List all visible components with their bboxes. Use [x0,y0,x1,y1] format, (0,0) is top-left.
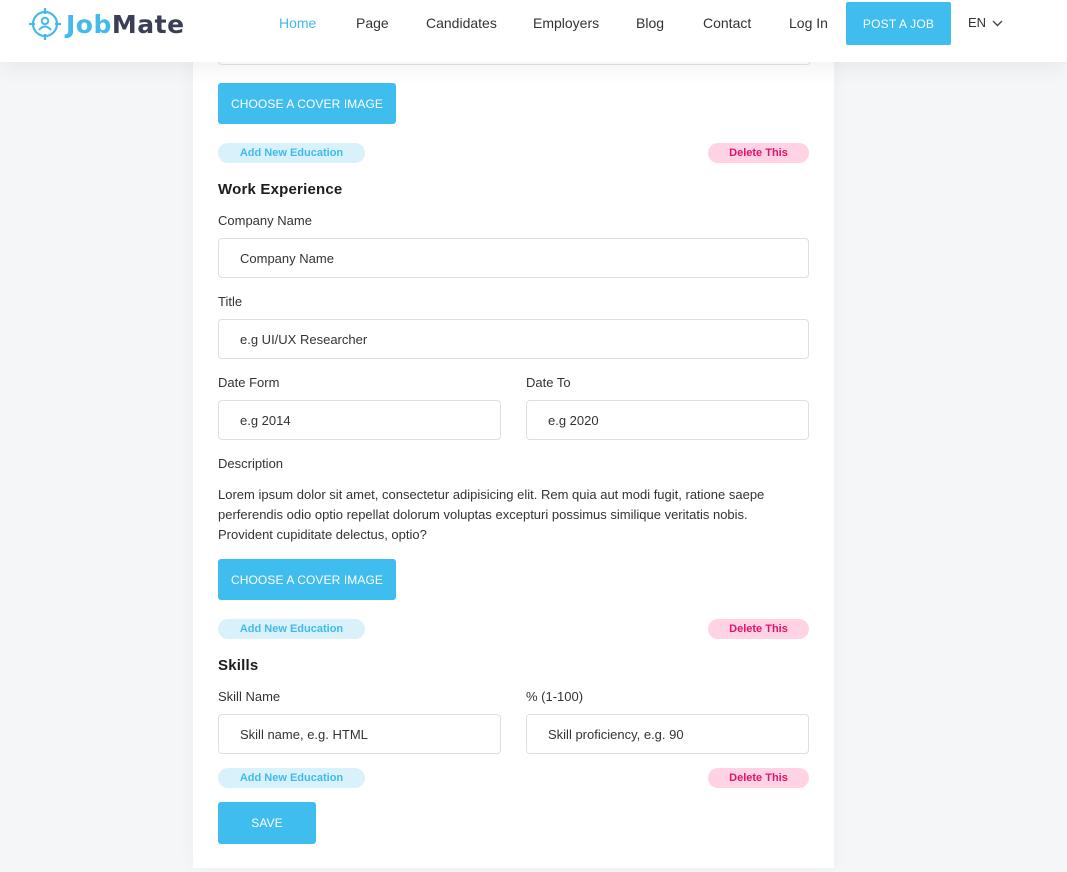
chevron-down-icon [986,15,1003,30]
logo-mate: Mate [111,9,185,39]
nav-login[interactable]: Log In [789,15,828,31]
nav-home[interactable]: Home [279,15,316,31]
logo[interactable]: JobMate [28,6,185,42]
language-label: EN [968,15,987,30]
target-person-icon [28,7,62,41]
skills-title: Skills [218,657,259,674]
choose-cover-image-button[interactable]: CHOOSE A COVER IMAGE [218,83,396,124]
skill-percent-input[interactable] [526,714,809,754]
site-header: JobMate Home Page Candidates Employers B… [0,0,1067,62]
date-to-label: Date To [526,375,571,390]
logo-job: Job [66,9,112,39]
add-new-education-button[interactable]: Add New Education [218,143,365,163]
add-new-education-button-work[interactable]: Add New Education [218,619,365,639]
skill-name-label: Skill Name [218,689,281,704]
title-input[interactable] [218,319,809,359]
delete-this-button-work[interactable]: Delete This [708,619,809,639]
save-button[interactable]: SAVE [218,802,316,844]
language-selector[interactable]: EN [968,15,1003,30]
skill-percent-label: % (1-100) [526,689,584,704]
add-new-education-button-skills[interactable]: Add New Education [218,768,365,788]
work-experience-title: Work Experience [218,181,343,198]
nav-page[interactable]: Page [356,15,389,31]
choose-cover-image-button-work[interactable]: CHOOSE A COVER IMAGE [218,559,396,600]
nav-employers[interactable]: Employers [533,15,599,31]
delete-this-button-skills[interactable]: Delete This [708,768,809,788]
nav-blog[interactable]: Blog [636,15,664,31]
date-to-input[interactable] [526,400,809,440]
nav-contact[interactable]: Contact [703,15,751,31]
nav-candidates[interactable]: Candidates [426,15,497,31]
company-name-label: Company Name [218,213,312,228]
date-from-label: Date Form [218,375,280,390]
post-job-button[interactable]: POST A JOB [846,2,951,45]
skill-name-input[interactable] [218,714,501,754]
title-label: Title [218,294,243,309]
description-text[interactable]: Lorem ipsum dolor sit amet, consectetur … [218,485,788,545]
date-from-input[interactable] [218,400,501,440]
logo-text: JobMate [66,10,185,39]
description-label: Description [218,456,284,471]
delete-this-button[interactable]: Delete This [708,143,809,163]
company-name-input[interactable] [218,238,809,278]
